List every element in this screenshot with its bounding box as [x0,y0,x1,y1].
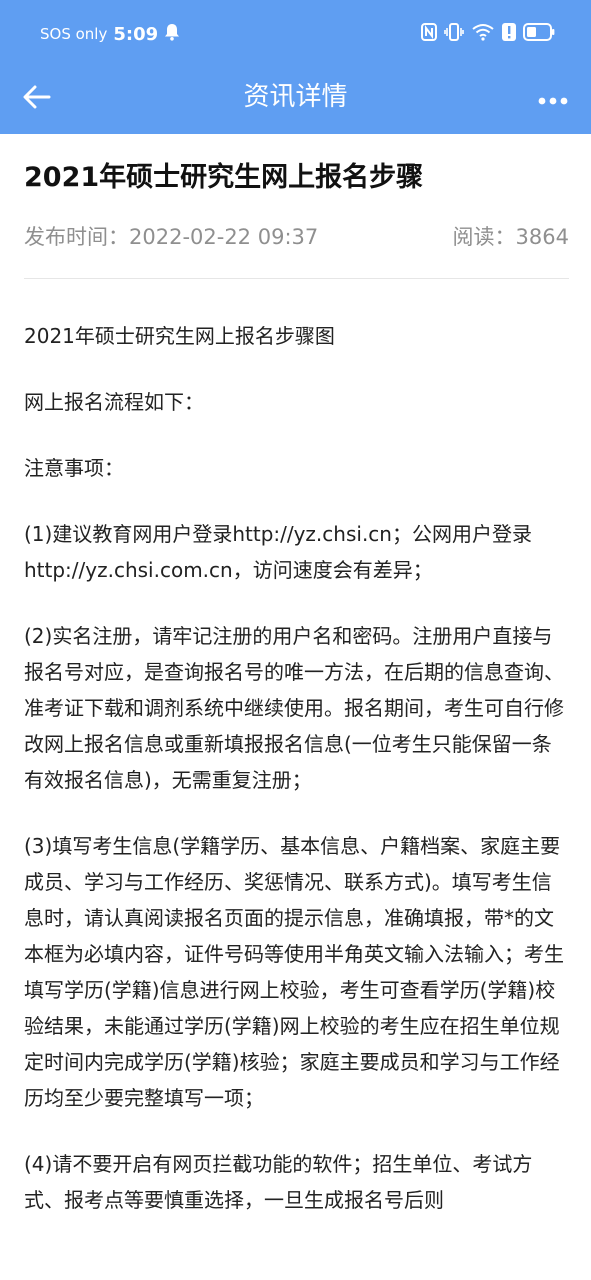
article-paragraph: (3)填写考生信息(学籍学历、基本信息、户籍档案、家庭主要成员、学习与工作经历、… [24,834,564,1110]
article-paragraph: (4)请不要开启有网页拦截功能的软件；招生单位、考试方式、报考点等要慎重选择，一… [24,1152,533,1212]
wifi-icon [471,23,495,45]
status-right [421,22,555,46]
article-paragraph: 网上报名流程如下： [24,390,204,414]
more-button[interactable] [527,76,579,122]
battery-icon [523,23,555,45]
status-left: SOS only 5:09 [40,22,180,46]
notification-bell-icon [164,23,180,45]
vibrate-icon [444,23,464,45]
article-paragraph: 2021年硕士研究生网上报名步骤图 [24,324,335,348]
nav-bar: 资讯详情 [0,66,591,134]
publish-time: 发布时间：2022-02-22 09:37 [24,225,319,249]
article-paragraph: (1)建议教育网用户登录http://yz.chsi.cn；公网用户登录http… [24,522,532,582]
app-header: SOS only 5:09 资讯详情 [0,0,591,134]
carrier-text: SOS only [40,25,108,43]
status-bar: SOS only 5:09 [0,0,591,66]
nfc-icon [421,23,437,45]
back-arrow-icon [23,85,51,113]
article-paragraph: 注意事项： [24,456,124,480]
clock-time: 5:09 [113,23,159,45]
more-icon [538,90,568,109]
article-meta: 发布时间：2022-02-22 09:37 阅读：3864 [24,222,569,252]
alert-icon [502,23,516,45]
divider [24,278,569,279]
article-body: 2021年硕士研究生网上报名步骤图 网上报名流程如下： 注意事项： (1)建议教… [24,318,569,1248]
article-paragraph: (2)实名注册，请牢记注册的用户名和密码。注册用户直接与报名号对应，是查询报名号… [24,624,564,792]
article-title: 2021年硕士研究生网上报名步骤 [24,162,424,193]
page-title: 资讯详情 [243,82,348,112]
read-count: 阅读：3864 [452,225,569,249]
back-button[interactable] [14,76,60,122]
